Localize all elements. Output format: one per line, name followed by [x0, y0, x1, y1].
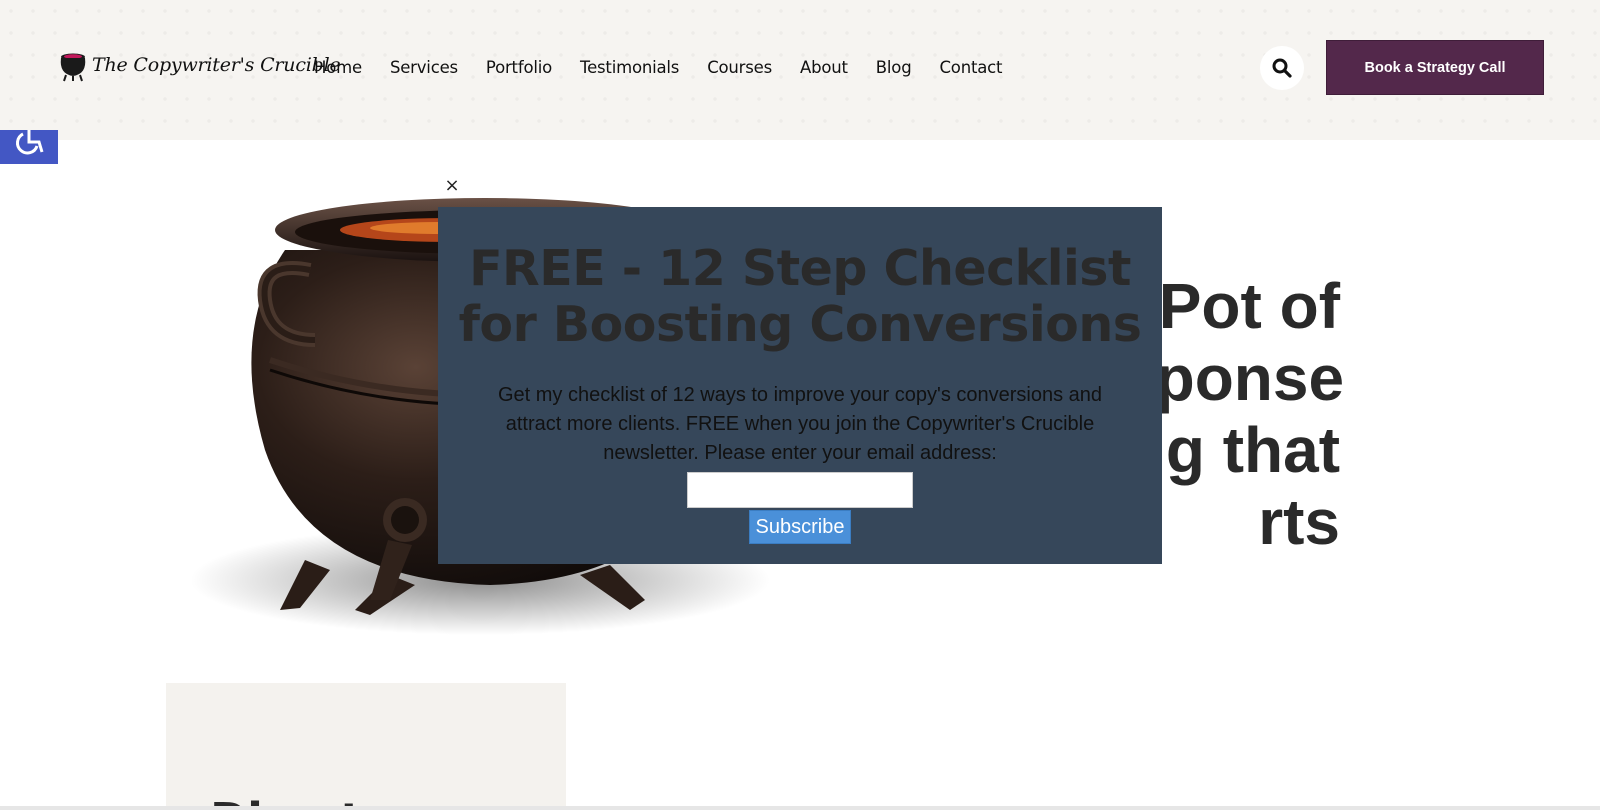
accessibility-icon	[15, 130, 44, 155]
nav-testimonials[interactable]: Testimonials	[580, 58, 679, 77]
popup-description: Get my checklist of 12 ways to improve y…	[497, 384, 1103, 464]
nav-courses[interactable]: Courses	[707, 58, 772, 77]
close-icon[interactable]: ×	[444, 177, 460, 195]
site-logo[interactable]: The Copywriter's Crucible	[56, 48, 341, 82]
site-header: The Copywriter's Crucible Home Services …	[0, 0, 1600, 140]
nav-portfolio[interactable]: Portfolio	[486, 58, 552, 77]
popup-title-line-1: FREE - 12 Step Checklist	[469, 240, 1131, 297]
main-nav: Home Services Portfolio Testimonials Cou…	[314, 58, 1002, 77]
search-button[interactable]	[1260, 46, 1304, 90]
hero-heading: Pot of sponse ng that rts	[1120, 270, 1560, 558]
popup-title-line-2: for Boosting Conversions	[458, 296, 1142, 353]
email-field[interactable]	[687, 472, 913, 508]
search-icon	[1272, 58, 1292, 78]
nav-services[interactable]: Services	[390, 58, 458, 77]
cauldron-logo-icon	[60, 53, 86, 82]
nav-home[interactable]: Home	[314, 58, 362, 77]
nav-blog[interactable]: Blog	[876, 58, 912, 77]
page-divider	[0, 806, 1600, 810]
nav-about[interactable]: About	[800, 58, 848, 77]
direct-response-card: Direct respon	[166, 683, 566, 810]
accessibility-button[interactable]	[0, 130, 58, 164]
subscribe-button[interactable]: Subscribe	[749, 510, 851, 544]
newsletter-popup: FREE - 12 Step Checklist for Boosting Co…	[438, 207, 1162, 564]
logo-text: The Copywriter's Crucible	[92, 54, 341, 76]
book-strategy-call-button[interactable]: Book a Strategy Call	[1326, 40, 1544, 95]
nav-contact[interactable]: Contact	[939, 58, 1002, 77]
popup-title: FREE - 12 Step Checklist for Boosting Co…	[438, 241, 1162, 353]
